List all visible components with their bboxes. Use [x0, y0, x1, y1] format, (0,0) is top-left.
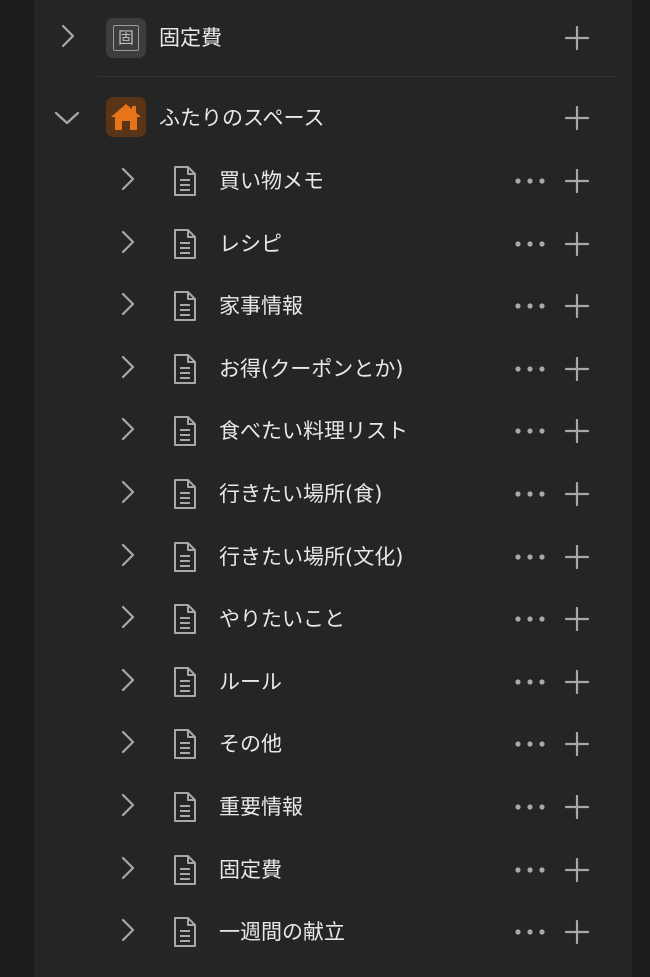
- document-icon: [172, 603, 198, 635]
- chevron-right-icon[interactable]: [114, 353, 142, 381]
- page-label: 行きたい場所(食): [219, 482, 383, 506]
- document-icon: [172, 916, 198, 948]
- document-icon: [172, 415, 198, 447]
- sidebar-item-label: 固定費: [159, 26, 222, 50]
- add-subpage-icon[interactable]: [563, 605, 591, 633]
- add-subpage-icon[interactable]: [563, 355, 591, 383]
- chevron-right-icon[interactable]: [114, 854, 142, 882]
- sidebar-page-item[interactable]: 重要情報: [0, 776, 650, 838]
- add-subpage-icon[interactable]: [563, 292, 591, 320]
- document-icon: [172, 728, 198, 760]
- add-subpage-icon[interactable]: [563, 793, 591, 821]
- workspace-item[interactable]: ふたりのスペース: [0, 87, 650, 149]
- more-options-icon[interactable]: [514, 543, 548, 571]
- document-icon: [172, 228, 198, 260]
- divider: [98, 76, 616, 77]
- chevron-down-icon[interactable]: [53, 104, 81, 132]
- document-icon: [172, 353, 198, 385]
- page-label: 固定費: [219, 858, 282, 882]
- more-options-icon[interactable]: [514, 292, 548, 320]
- sidebar-page-item[interactable]: 固定費: [0, 839, 650, 901]
- document-icon: [172, 290, 198, 322]
- more-options-icon[interactable]: [514, 730, 548, 758]
- more-options-icon[interactable]: [514, 480, 548, 508]
- more-options-icon[interactable]: [514, 167, 548, 195]
- page-label: やりたいこと: [219, 607, 345, 631]
- document-icon: [172, 165, 198, 197]
- sidebar-page-item[interactable]: 行きたい場所(食): [0, 463, 650, 525]
- sidebar-page-item[interactable]: ルール: [0, 651, 650, 713]
- more-options-icon[interactable]: [514, 668, 548, 696]
- page-label: 重要情報: [219, 795, 303, 819]
- page-label: 食べたい料理リスト: [219, 419, 408, 443]
- add-subpage-icon[interactable]: [563, 730, 591, 758]
- page-label: 行きたい場所(文化): [219, 545, 404, 569]
- page-label: 買い物メモ: [219, 169, 324, 193]
- chevron-right-icon[interactable]: [114, 791, 142, 819]
- chevron-right-icon[interactable]: [114, 478, 142, 506]
- page-label: その他: [219, 732, 282, 756]
- more-options-icon[interactable]: [514, 417, 548, 445]
- house-icon: [106, 97, 146, 137]
- sidebar-page-item[interactable]: 買い物メモ: [0, 150, 650, 212]
- chevron-right-icon[interactable]: [114, 728, 142, 756]
- sidebar-page-item[interactable]: 行きたい場所(文化): [0, 526, 650, 588]
- chevron-right-icon[interactable]: [114, 415, 142, 443]
- sidebar-page-item[interactable]: やりたいこと: [0, 588, 650, 650]
- document-icon: [172, 541, 198, 573]
- sidebar-item-top[interactable]: 固 固定費: [0, 7, 650, 69]
- more-options-icon[interactable]: [514, 856, 548, 884]
- document-icon: [172, 478, 198, 510]
- sidebar-page-item[interactable]: 家事情報: [0, 275, 650, 337]
- page-label: 家事情報: [219, 294, 303, 318]
- page-label: 一週間の献立: [219, 920, 345, 944]
- more-options-icon[interactable]: [514, 918, 548, 946]
- document-icon: [172, 854, 198, 886]
- page-label: ルール: [219, 670, 282, 694]
- add-subpage-icon[interactable]: [563, 230, 591, 258]
- page-label: お得(クーポンとか): [219, 357, 404, 381]
- add-subpage-icon[interactable]: [563, 856, 591, 884]
- workspace-label: ふたりのスペース: [159, 106, 325, 130]
- add-subpage-icon[interactable]: [563, 668, 591, 696]
- sidebar-page-item[interactable]: その他: [0, 713, 650, 775]
- sidebar-page-item[interactable]: 一週間の献立: [0, 901, 650, 963]
- document-box-icon: 固: [106, 18, 146, 58]
- chevron-right-icon[interactable]: [114, 666, 142, 694]
- chevron-right-icon[interactable]: [114, 603, 142, 631]
- document-icon: [172, 791, 198, 823]
- add-subpage-icon[interactable]: [563, 167, 591, 195]
- more-options-icon[interactable]: [514, 230, 548, 258]
- add-subpage-icon[interactable]: [563, 918, 591, 946]
- chevron-right-icon[interactable]: [114, 228, 142, 256]
- chevron-right-icon[interactable]: [114, 290, 142, 318]
- add-subpage-icon[interactable]: [563, 543, 591, 571]
- chevron-right-icon[interactable]: [114, 165, 142, 193]
- add-page-icon[interactable]: [563, 24, 591, 52]
- document-icon: [172, 666, 198, 698]
- add-page-icon[interactable]: [563, 104, 591, 132]
- chevron-right-icon[interactable]: [114, 916, 142, 944]
- sidebar-page-item[interactable]: 食べたい料理リスト: [0, 400, 650, 462]
- sidebar-page-item[interactable]: レシピ: [0, 213, 650, 275]
- page-label: レシピ: [219, 232, 282, 256]
- sidebar-page-item[interactable]: お得(クーポンとか): [0, 338, 650, 400]
- add-subpage-icon[interactable]: [563, 480, 591, 508]
- more-options-icon[interactable]: [514, 793, 548, 821]
- more-options-icon[interactable]: [514, 605, 548, 633]
- chevron-right-icon[interactable]: [114, 541, 142, 569]
- add-subpage-icon[interactable]: [563, 417, 591, 445]
- chevron-right-icon[interactable]: [54, 22, 82, 50]
- more-options-icon[interactable]: [514, 355, 548, 383]
